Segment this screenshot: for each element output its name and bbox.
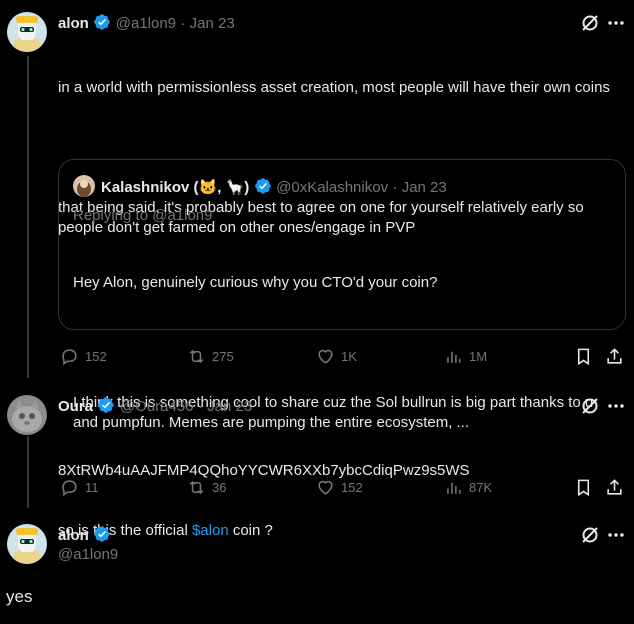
share-icon[interactable] <box>605 478 624 497</box>
reply-button[interactable]: 152 <box>60 347 107 366</box>
views-icon <box>447 482 461 494</box>
repost-icon <box>189 480 204 495</box>
bookmark-icon[interactable] <box>574 347 593 366</box>
focused-tweet-text: yes <box>6 587 33 606</box>
tweet-header: alon @a1lon9 · Jan 23 <box>58 13 235 33</box>
quote-date: · Jan 23 <box>392 179 447 196</box>
author-name[interactable]: Oura <box>58 398 93 415</box>
grok-icon[interactable] <box>580 525 600 545</box>
quote-author-handle: @0xKalashnikov <box>276 179 389 196</box>
verified-badge-icon <box>254 178 271 194</box>
cashtag-link[interactable]: $alon <box>192 522 229 539</box>
tweet-text-segment: coin ? <box>228 522 273 539</box>
thread-line <box>27 436 29 508</box>
reply-button[interactable]: 11 <box>60 478 99 497</box>
heart-icon <box>318 480 333 495</box>
avatar-alon[interactable] <box>7 12 47 52</box>
tweet-date[interactable]: · Jan 23 <box>180 15 234 32</box>
repost-icon <box>189 349 204 364</box>
author-name[interactable]: alon <box>58 15 89 32</box>
replying-to: Replying to @a1lon9 <box>73 207 213 224</box>
views-count: 1M <box>469 349 488 364</box>
author-handle[interactable]: @Oura456 <box>120 398 194 415</box>
views-count: 87K <box>469 480 493 495</box>
more-options-icon[interactable] <box>606 396 626 416</box>
quote-text: Hey Alon, genuinely curious why you CTO'… <box>73 233 618 453</box>
repost-count: 36 <box>212 480 227 495</box>
grok-icon[interactable] <box>580 396 600 416</box>
repost-button[interactable]: 275 <box>187 347 234 366</box>
views-button[interactable]: 87K <box>444 478 492 497</box>
author-handle[interactable]: @a1lon9 <box>116 15 176 32</box>
author-name-row: alon <box>58 525 111 545</box>
tweet-header: Oura @Oura456 · Jan 23 <box>58 396 252 416</box>
author-handle[interactable]: @a1lon9 <box>58 546 118 563</box>
views-button[interactable]: 1M <box>444 347 487 366</box>
like-count: 1K <box>341 349 357 364</box>
more-options-icon[interactable] <box>606 13 626 33</box>
like-button[interactable]: 152 <box>316 478 363 497</box>
like-button[interactable]: 1K <box>316 347 357 366</box>
more-options-icon[interactable] <box>606 525 626 545</box>
verified-badge-icon <box>94 14 110 30</box>
quote-text-line: Hey Alon, genuinely curious why you CTO'… <box>73 274 438 291</box>
author-name[interactable]: alon <box>58 527 89 544</box>
reply-count: 11 <box>85 480 99 495</box>
reply-count: 152 <box>85 349 107 364</box>
tweet-date[interactable]: · Jan 23 <box>198 398 252 415</box>
reply-icon <box>62 349 77 366</box>
thread-line <box>27 56 29 378</box>
avatar-alon[interactable] <box>7 524 47 564</box>
quote-author-name[interactable]: Kalashnikov (🐱, 🦙) <box>101 179 249 196</box>
tweet-text-line: in a world with permissionless asset cre… <box>58 79 610 96</box>
quote-avatar[interactable] <box>73 175 95 197</box>
views-icon <box>447 351 461 363</box>
repost-count: 275 <box>212 349 234 364</box>
heart-icon <box>318 349 333 364</box>
repost-button[interactable]: 36 <box>187 478 226 497</box>
verified-badge-icon <box>98 397 115 413</box>
grok-icon[interactable] <box>580 13 600 33</box>
avatar-oura[interactable] <box>7 395 47 435</box>
share-icon[interactable] <box>605 347 624 366</box>
like-count: 152 <box>341 480 363 495</box>
verified-badge-icon <box>94 526 110 542</box>
bookmark-icon[interactable] <box>574 478 593 497</box>
quote-header: Kalashnikov (🐱, 🦙) @0xKalashnikov · Jan … <box>101 177 447 197</box>
reply-icon <box>62 480 77 497</box>
